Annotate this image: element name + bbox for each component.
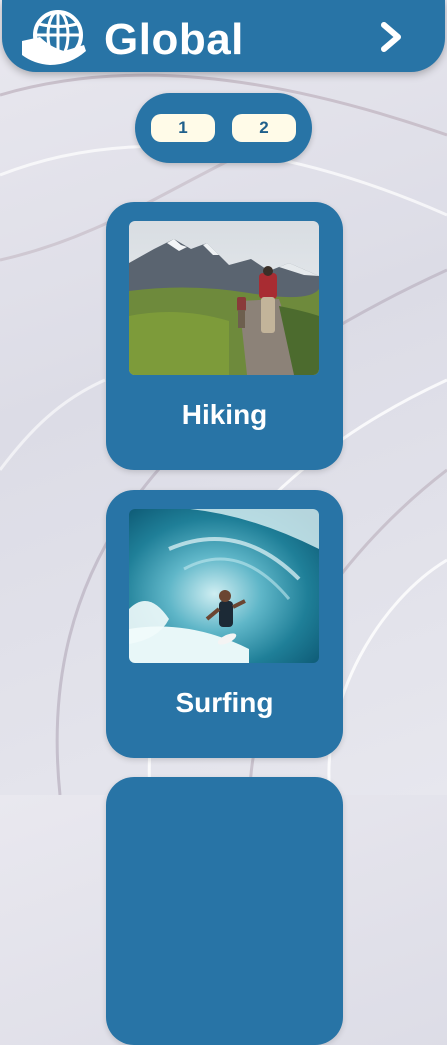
activity-card-hiking[interactable]: Hiking	[106, 202, 343, 470]
chevron-right-icon	[381, 22, 401, 52]
activity-label-hiking: Hiking	[181, 399, 268, 430]
surfing-photo	[129, 509, 319, 663]
globe-hand-icon	[22, 10, 86, 65]
activity-label-surfing: Surfing	[175, 687, 274, 718]
header-title: Global	[104, 15, 244, 64]
pagination: 1 2	[135, 93, 312, 163]
page-button-2[interactable]: 2	[232, 114, 296, 142]
next-chevron-button[interactable]	[374, 20, 408, 54]
activity-card-surfing[interactable]: Surfing	[106, 490, 343, 758]
page-button-1[interactable]: 1	[151, 114, 215, 142]
activity-card-partial[interactable]	[106, 777, 343, 1045]
header-bar: Global	[2, 0, 445, 72]
hiking-photo	[129, 221, 319, 375]
